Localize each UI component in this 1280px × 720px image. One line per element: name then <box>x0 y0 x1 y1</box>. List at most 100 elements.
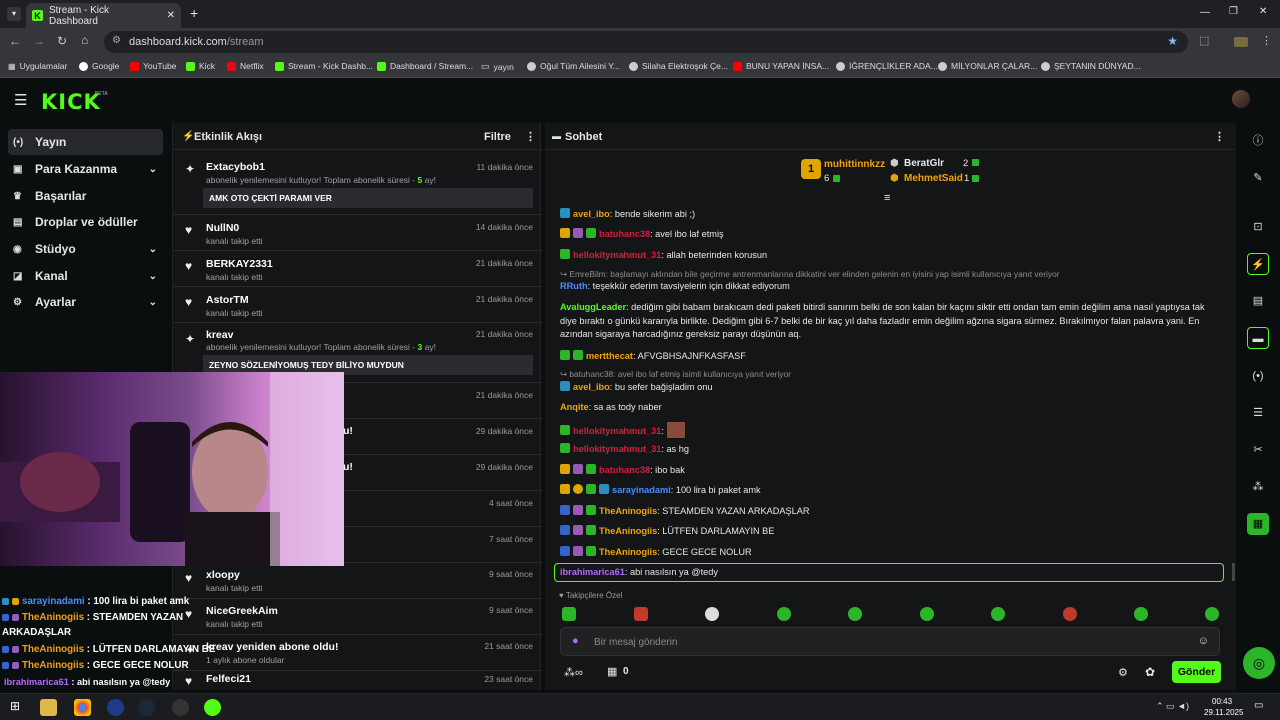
app-icon[interactable] <box>107 699 124 716</box>
notification-icon[interactable]: ▭ <box>1254 700 1263 711</box>
stack-icon[interactable]: ☰ <box>1247 402 1269 424</box>
bookmark-dashboard[interactable]: Dashboard / Stream... <box>377 61 473 71</box>
bookmark-item[interactable]: MİLYONLAR ÇALAR... <box>938 61 1037 71</box>
leader-second[interactable]: BeratGlr <box>904 158 944 169</box>
sidebar-item-para-kazanma[interactable]: ▣ Para Kazanma ⌄ <box>8 156 163 182</box>
chat-bubble-icon[interactable]: ▬ <box>1247 327 1269 349</box>
extensions-icon[interactable]: ⬚ <box>1199 34 1209 47</box>
broadcast-icon[interactable]: (•) <box>1247 365 1269 387</box>
chat-user[interactable]: mertthecat <box>586 351 633 361</box>
chat-user[interactable]: TheAninogiis <box>599 506 657 516</box>
chat-settings-icon[interactable]: ⚙ <box>1118 666 1128 679</box>
bookmark-folder-yayin[interactable]: ▭ yayın <box>481 61 514 72</box>
bookmark-item[interactable]: Silaha Elektroşok Çe... <box>629 61 728 71</box>
activity-user[interactable]: u! <box>343 425 353 437</box>
tab-list-button[interactable]: ▾ <box>7 7 21 21</box>
chat-user[interactable]: ibrahimarica61 <box>560 567 625 577</box>
emote-icon[interactable] <box>705 607 719 621</box>
sidebar-item-droplar[interactable]: ▤ Droplar ve ödüller <box>8 209 163 235</box>
bookmark-item[interactable]: Oğul Tüm Ailesini Y... <box>527 61 620 71</box>
emote-icon[interactable] <box>920 607 934 621</box>
activity-user[interactable]: kreav <box>206 329 233 341</box>
browser-tab[interactable]: K Stream - Kick Dashboard ✕ <box>26 3 181 28</box>
sidebar-item-studyo[interactable]: ◉ Stüdyo ⌄ <box>8 236 163 262</box>
bolt-icon[interactable]: ⚡ <box>1247 253 1269 275</box>
kick-logo[interactable]: KICK <box>41 90 101 114</box>
new-tab-button[interactable]: + <box>190 5 198 21</box>
more-options-icon[interactable]: ⋮ <box>1214 130 1225 143</box>
activity-user[interactable]: xloopy <box>206 569 240 581</box>
sidebar-item-yayin[interactable]: (•) Yayın <box>8 129 163 155</box>
chat-user[interactable]: batuhanc38 <box>599 229 650 239</box>
sidebar-item-ayarlar[interactable]: ⚙ Ayarlar ⌄ <box>8 289 163 315</box>
url-field[interactable]: ⚙ dashboard.kick.com/stream ★ <box>104 31 1188 53</box>
emote-icon[interactable] <box>634 607 648 621</box>
emote-icon[interactable] <box>777 607 791 621</box>
bookmark-item[interactable]: İĞRENÇLİKLER ADA... <box>836 61 938 71</box>
info-icon[interactable]: ⓘ <box>1247 130 1269 152</box>
help-chat-button[interactable]: ◎ <box>1243 647 1275 679</box>
wrench-icon[interactable]: ✂ <box>1247 439 1269 461</box>
activity-user[interactable]: Extacybob1 <box>206 161 265 173</box>
emoji-picker-icon[interactable]: ☺ <box>1198 635 1209 647</box>
bookmark-youtube[interactable]: YouTube <box>130 61 176 71</box>
activity-user[interactable]: NiceGreekAim <box>206 605 278 617</box>
bookmark-item[interactable]: BUNU YAPAN İNSA... <box>733 61 829 71</box>
store-icon[interactable]: ▦ <box>607 665 617 678</box>
reload-icon[interactable]: ↻ <box>57 34 67 48</box>
chat-user[interactable]: Anqite <box>560 402 589 412</box>
chat-user[interactable]: TheAninogiis <box>599 547 657 557</box>
activity-user[interactable]: NullN0 <box>206 222 239 234</box>
emote-icon[interactable] <box>1063 607 1077 621</box>
chat-user[interactable]: sarayinadami <box>612 485 671 495</box>
emote-icon[interactable] <box>848 607 862 621</box>
menu-dots-icon[interactable]: ⋮ <box>1261 34 1272 47</box>
chrome-icon[interactable] <box>74 699 91 716</box>
bookmark-star-icon[interactable]: ★ <box>1167 34 1178 48</box>
bookmark-apps[interactable]: ▦ Uygulamalar <box>8 61 67 71</box>
chat-user[interactable]: hellokitymahmut_31 <box>573 250 661 260</box>
site-info-icon[interactable]: ⚙ <box>112 35 121 46</box>
bookmark-netflix[interactable]: Netflix <box>227 61 264 71</box>
document-icon[interactable]: ▤ <box>1247 290 1269 312</box>
chat-user[interactable]: avel_ibo <box>573 209 610 219</box>
profile-icon[interactable] <box>1234 37 1248 47</box>
chat-scrollbar[interactable] <box>1232 563 1235 581</box>
activity-user[interactable]: u! <box>343 461 353 473</box>
minimize-icon[interactable]: — <box>1200 7 1210 18</box>
chat-user[interactable]: hellokitymahmut_31 <box>573 426 661 436</box>
selected-message[interactable]: ibrahimarica61: abi nasılsın ya @tedy <box>554 563 1224 582</box>
chat-user[interactable]: AvaluggLeader <box>560 302 626 312</box>
back-icon[interactable]: ← <box>9 34 21 48</box>
sidebar-item-kanal[interactable]: ◪ Kanal ⌄ <box>8 263 163 289</box>
home-icon[interactable]: ⌂ <box>81 33 88 47</box>
file-explorer-icon[interactable] <box>40 699 57 716</box>
activity-user[interactable]: AstorTM <box>206 294 249 306</box>
expand-leaderboard-icon[interactable]: ≡ <box>884 192 890 204</box>
chat-user[interactable]: hellokitymahmut_31 <box>573 444 661 454</box>
more-options-icon[interactable]: ⋮ <box>525 130 536 143</box>
hamburger-menu-icon[interactable]: ☰ <box>14 91 27 109</box>
chat-user[interactable]: avel_ibo <box>573 382 610 392</box>
capture-icon[interactable]: ⊡ <box>1247 216 1269 238</box>
bookmark-kick[interactable]: Kick <box>186 61 215 71</box>
users-icon[interactable]: ⁂ <box>1247 476 1269 498</box>
chat-user[interactable]: TheAninogiis <box>599 526 657 536</box>
bookmark-item[interactable]: ŞEYTANIN DÜNYAD... <box>1041 61 1141 71</box>
emote-icon[interactable] <box>1134 607 1148 621</box>
microphone-icon[interactable]: ● <box>572 635 579 647</box>
emote-icon[interactable] <box>991 607 1005 621</box>
filter-button[interactable]: Filtre <box>484 131 511 143</box>
bookmark-google[interactable]: Google <box>79 61 119 71</box>
windows-start-icon[interactable]: ⊞ <box>10 699 20 713</box>
activity-user[interactable]: BERKAY2331 <box>206 258 273 270</box>
avatar[interactable] <box>1232 90 1250 108</box>
kick-app-icon[interactable] <box>204 699 221 716</box>
send-button[interactable]: Gönder <box>1172 661 1221 683</box>
chat-users-icon[interactable]: ✿ <box>1145 665 1155 679</box>
forward-icon[interactable]: → <box>33 34 45 48</box>
leader-first[interactable]: muhittinnkzz <box>824 159 885 170</box>
restore-icon[interactable]: ❐ <box>1229 6 1238 17</box>
close-window-icon[interactable]: ✕ <box>1259 6 1267 17</box>
steam-icon[interactable] <box>138 699 155 716</box>
